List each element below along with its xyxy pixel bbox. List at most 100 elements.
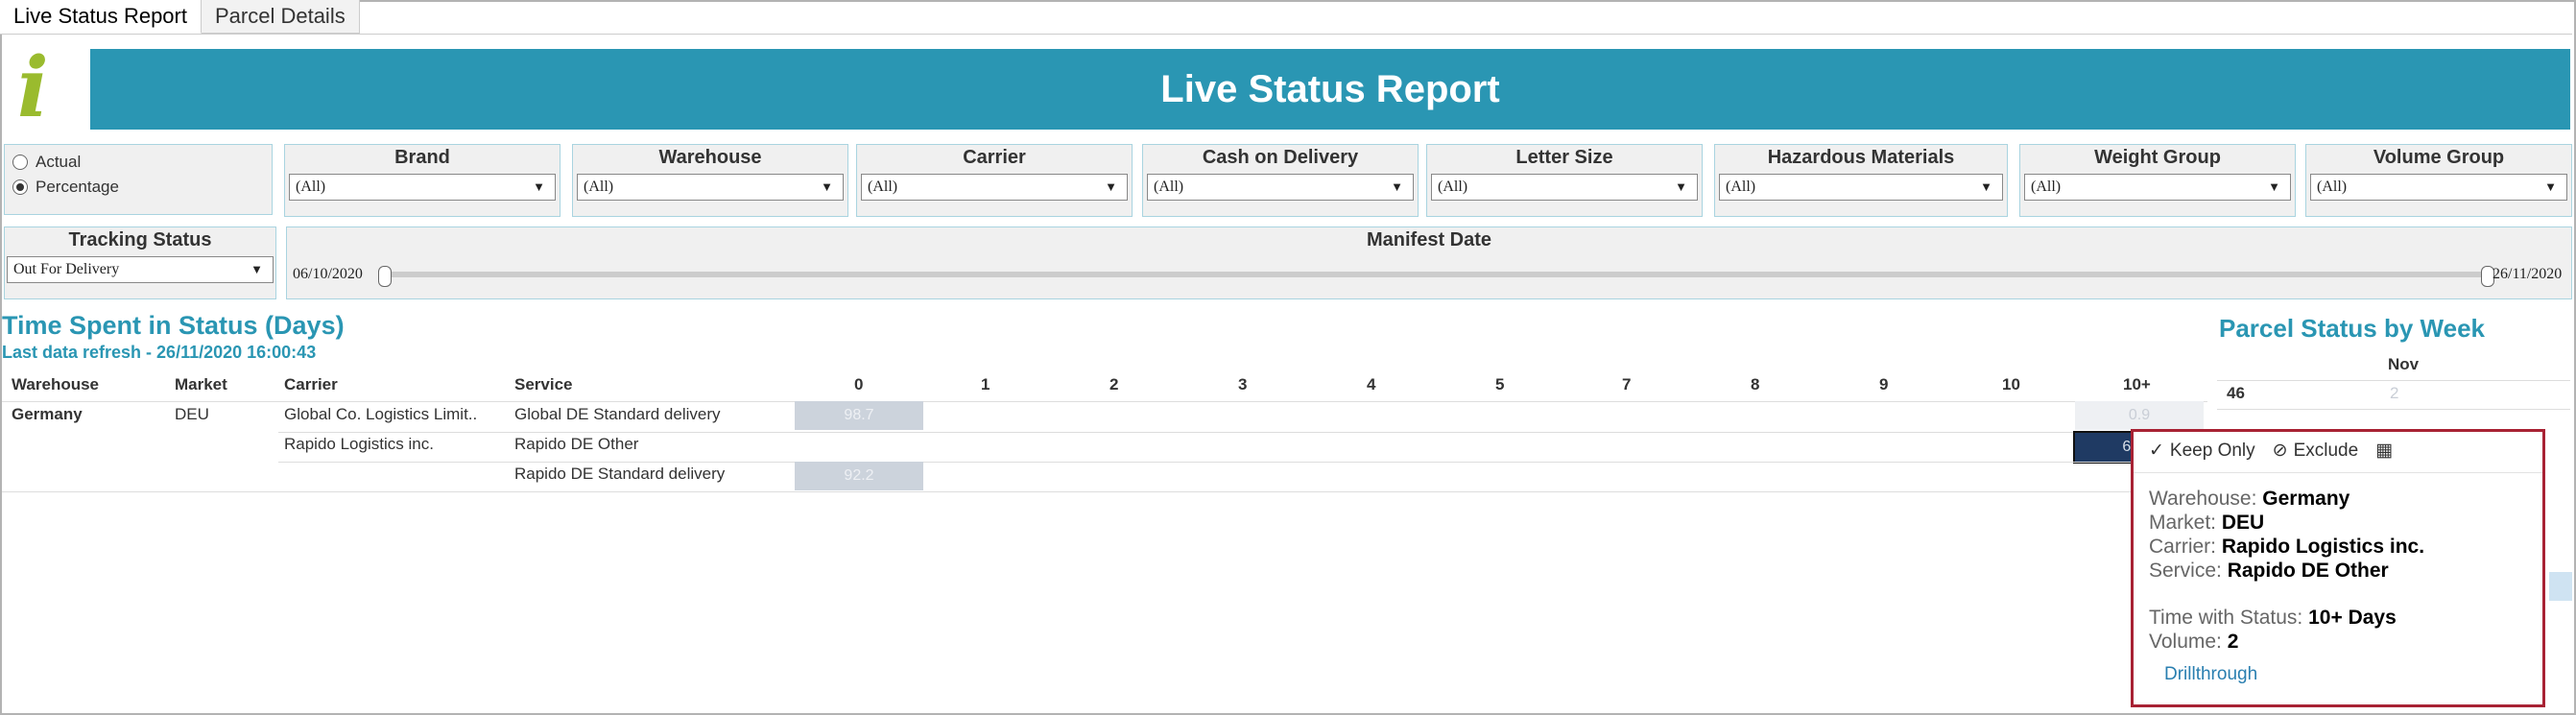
tooltip-carrier: Carrier: Rapido Logistics inc. <box>2149 536 2424 559</box>
row-warehouse: Germany <box>12 405 83 423</box>
select-value: (All) <box>868 179 898 195</box>
dropdown-arrow-icon[interactable]: ▼ <box>1105 175 1117 200</box>
tab-live-status-report[interactable]: Live Status Report <box>0 0 202 34</box>
view-data-button[interactable]: ▦ <box>2375 440 2393 462</box>
tooltip-service: Service: Rapido DE Other <box>2149 560 2389 583</box>
filter-weight-group: Weight Group (All) ▼ <box>2019 144 2296 217</box>
filter-cash-on-delivery: Cash on Delivery (All) ▼ <box>1142 144 1419 217</box>
filter-warehouse: Warehouse (All) ▼ <box>572 144 848 217</box>
dropdown-arrow-icon[interactable]: ▼ <box>821 175 833 200</box>
report-title-banner: Live Status Report <box>90 49 2570 130</box>
tooltip-value: 2 <box>2227 631 2239 653</box>
volume-group-select[interactable]: (All) ▼ <box>2310 174 2567 201</box>
day-header-1: 1 <box>981 375 990 393</box>
tooltip-label: Warehouse: <box>2149 488 2257 510</box>
radio-percentage[interactable]: Percentage <box>12 178 119 197</box>
status-cell-bar-10-plus[interactable]: 0.9 <box>2075 401 2204 430</box>
letter-size-select[interactable]: (All) ▼ <box>1431 174 1698 201</box>
date-slider-track[interactable] <box>388 272 2485 277</box>
tooltip-market: Market: DEU <box>2149 512 2264 535</box>
day-header-0: 0 <box>854 375 864 393</box>
row-service: Global DE Standard delivery <box>514 405 721 423</box>
filter-label: Weight Group <box>2094 147 2221 168</box>
radio-actual-label: Actual <box>36 153 82 171</box>
day-header-3: 3 <box>1238 375 1248 393</box>
tooltip-label: Carrier: <box>2149 536 2217 558</box>
filter-letter-size: Letter Size (All) ▼ <box>1426 144 1703 217</box>
table-bottom-divider <box>2 491 2131 492</box>
day-header-2: 2 <box>1109 375 1119 393</box>
cash-on-delivery-select[interactable]: (All) ▼ <box>1147 174 1414 201</box>
select-value: (All) <box>1438 179 1468 195</box>
select-value: (All) <box>1154 179 1184 195</box>
select-value: (All) <box>584 179 614 195</box>
sheet-tabs: Live Status Report Parcel Details <box>0 0 360 35</box>
tooltip-value: 10+ Days <box>2308 607 2397 629</box>
last-refresh-text: Last data refresh - 26/11/2020 16:00:43 <box>2 343 317 362</box>
filter-carrier: Carrier (All) ▼ <box>856 144 1133 217</box>
filter-label: Carrier <box>963 147 1026 168</box>
check-icon: ✓ <box>2149 441 2164 461</box>
dropdown-arrow-icon[interactable]: ▼ <box>2544 175 2557 200</box>
day-header-10-plus: 10+ <box>2123 375 2151 393</box>
row-divider <box>278 462 2131 463</box>
status-cell-bar[interactable]: 92.2 <box>795 462 923 490</box>
data-tooltip: ✓ Keep Only ⊘ Exclude ▦ Warehouse: Germany… <box>2131 429 2545 707</box>
exclude-button[interactable]: ⊘ Exclude <box>2273 440 2359 462</box>
dropdown-arrow-icon[interactable]: ▼ <box>2268 175 2280 200</box>
filter-label: Tracking Status <box>68 229 212 250</box>
date-slider-start-handle[interactable] <box>378 266 392 287</box>
filter-label: Hazardous Materials <box>1767 147 1955 168</box>
filter-label: Cash on Delivery <box>1202 147 1359 168</box>
tooltip-actions: ✓ Keep Only ⊘ Exclude ▦ <box>2149 440 2393 462</box>
drillthrough-link[interactable]: Drillthrough <box>2164 664 2257 685</box>
tab-divider <box>0 34 2572 35</box>
tooltip-label: Time with Status: <box>2149 607 2303 629</box>
radio-percentage-circle[interactable] <box>12 179 28 195</box>
dropdown-arrow-icon[interactable]: ▼ <box>533 175 545 200</box>
manifest-date-filter: Manifest Date 06/10/2020 26/11/2020 <box>286 226 2572 299</box>
date-start: 06/10/2020 <box>293 266 363 282</box>
select-value: (All) <box>1726 179 1756 195</box>
brand-select[interactable]: (All) ▼ <box>289 174 556 201</box>
month-header: Nov <box>2388 355 2420 373</box>
row-carrier: Global Co. Logistics Limit.. <box>284 405 478 423</box>
info-logo-icon: i <box>17 39 49 136</box>
tooltip-value: Germany <box>2262 488 2350 510</box>
tracking-status-select[interactable]: Out For Delivery ▼ <box>7 256 274 283</box>
day-header-4: 4 <box>1367 375 1376 393</box>
warehouse-select[interactable]: (All) ▼ <box>577 174 844 201</box>
day-header-9: 9 <box>1879 375 1889 393</box>
parcel-status-title: Parcel Status by Week <box>2219 314 2485 343</box>
filter-hazardous-materials: Hazardous Materials (All) ▼ <box>1714 144 2008 217</box>
tab-parcel-details[interactable]: Parcel Details <box>201 0 360 34</box>
row-service: Rapido DE Standard delivery <box>514 465 726 483</box>
keep-only-button[interactable]: ✓ Keep Only <box>2149 440 2255 462</box>
day-header-7: 7 <box>1622 375 1632 393</box>
week-value[interactable]: 2 <box>2390 384 2398 403</box>
weight-group-select[interactable]: (All) ▼ <box>2024 174 2291 201</box>
select-value: Out For Delivery <box>13 261 120 277</box>
row-divider <box>278 432 2207 433</box>
day-header-10: 10 <box>2002 375 2020 393</box>
time-spent-title: Time Spent in Status (Days) <box>2 311 345 340</box>
filter-label: Brand <box>394 147 450 168</box>
tooltip-warehouse: Warehouse: Germany <box>2149 488 2349 511</box>
filter-volume-group: Volume Group (All) ▼ <box>2305 144 2572 217</box>
status-cell-bar[interactable]: 98.7 <box>795 401 923 430</box>
tooltip-value: Rapido Logistics inc. <box>2221 536 2425 558</box>
dropdown-arrow-icon[interactable]: ▼ <box>1675 175 1687 200</box>
dropdown-arrow-icon[interactable]: ▼ <box>1391 175 1403 200</box>
carrier-select[interactable]: (All) ▼ <box>861 174 1128 201</box>
dropdown-arrow-icon[interactable]: ▼ <box>250 257 263 282</box>
header-divider <box>2 401 2207 402</box>
select-value: (All) <box>2317 179 2348 195</box>
day-header-5: 5 <box>1495 375 1505 393</box>
date-end: 26/11/2020 <box>2493 266 2563 282</box>
dropdown-arrow-icon[interactable]: ▼ <box>1980 175 1992 200</box>
radio-actual-circle[interactable] <box>12 155 28 170</box>
col-header-market: Market <box>175 375 227 393</box>
radio-percentage-label: Percentage <box>36 178 119 196</box>
radio-actual[interactable]: Actual <box>12 153 81 172</box>
hazardous-materials-select[interactable]: (All) ▼ <box>1719 174 2003 201</box>
